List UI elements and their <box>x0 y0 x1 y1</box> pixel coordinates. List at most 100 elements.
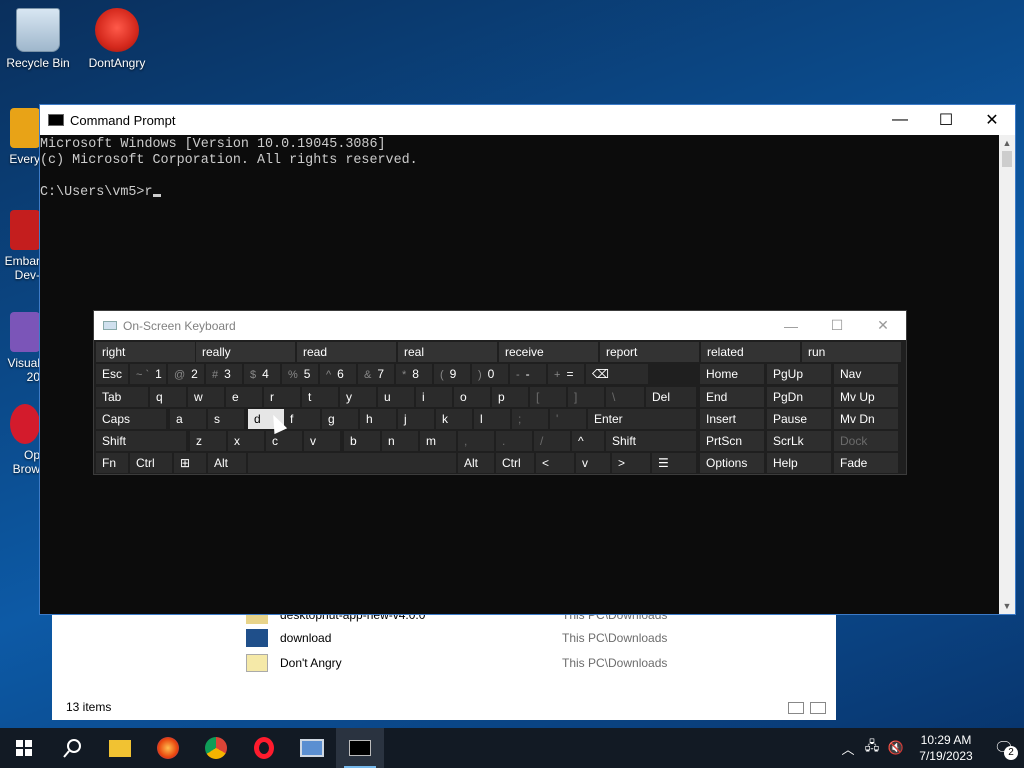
osk-key[interactable]: f <box>284 409 320 429</box>
clock[interactable]: 10:29 AM 7/19/2023 <box>908 732 984 764</box>
osk-key[interactable]: Dock <box>834 431 898 451</box>
osk-key[interactable]: m <box>420 431 456 451</box>
osk-key[interactable]: Mv Up <box>834 387 898 407</box>
everything-shortcut[interactable]: Every <box>0 108 40 166</box>
prediction-3[interactable]: real <box>398 342 497 362</box>
osk-key[interactable]: PrtScn <box>700 431 764 451</box>
osk-key[interactable]: Pause <box>767 409 831 429</box>
osk-key[interactable]: -- <box>510 364 546 384</box>
osk-key[interactable]: @2 <box>168 364 204 384</box>
dontangry-shortcut[interactable]: DontAngry <box>79 8 155 70</box>
opera-taskbar-button[interactable] <box>240 728 288 768</box>
osk-key[interactable]: Help <box>767 453 831 473</box>
osk-key[interactable]: e <box>226 387 262 407</box>
close-button[interactable]: ✕ <box>969 105 1015 135</box>
osk-key[interactable]: ' <box>550 409 586 429</box>
osk-key[interactable]: , <box>458 431 494 451</box>
osk-key[interactable]: k <box>436 409 472 429</box>
thumbnail-view-icon[interactable] <box>810 702 826 714</box>
network-icon[interactable]: 🖧 <box>860 737 884 759</box>
osk-key[interactable]: Ctrl <box>496 453 534 473</box>
start-button[interactable] <box>0 728 48 768</box>
osk-key[interactable]: v <box>304 431 340 451</box>
embarcadero-shortcut[interactable]: Embar Dev- <box>0 210 40 282</box>
osk-maximize-button[interactable]: ☐ <box>814 317 860 334</box>
osk-minimize-button[interactable]: — <box>768 318 814 334</box>
osk-key[interactable]: a <box>170 409 206 429</box>
osk-key[interactable]: + = <box>548 364 584 384</box>
osk-key[interactable]: Nav <box>834 364 898 384</box>
osk-key[interactable]: b <box>344 431 380 451</box>
osk-key[interactable]: o <box>454 387 490 407</box>
prediction-2[interactable]: read <box>297 342 396 362</box>
osk-key[interactable]: t <box>302 387 338 407</box>
osk-key[interactable]: PgDn <box>767 387 831 407</box>
osk-key[interactable]: Mv Dn <box>834 409 898 429</box>
list-item[interactable]: download This PC\Downloads <box>246 627 806 649</box>
osk-key[interactable]: Shift <box>96 431 186 451</box>
title-bar[interactable]: Command Prompt — ☐ ✕ <box>40 105 1015 135</box>
remote-desktop-taskbar-button[interactable] <box>288 728 336 768</box>
osk-close-button[interactable]: ✕ <box>860 317 906 334</box>
osk-key[interactable]: g <box>322 409 358 429</box>
osk-key[interactable]: p <box>492 387 528 407</box>
osk-key[interactable]: Shift <box>606 431 696 451</box>
chrome-taskbar-button[interactable] <box>192 728 240 768</box>
osk-key[interactable]: c <box>266 431 302 451</box>
osk-key[interactable]: i <box>416 387 452 407</box>
osk-key[interactable]: z <box>190 431 226 451</box>
osk-title-bar[interactable]: On-Screen Keyboard — ☐ ✕ <box>94 311 906 340</box>
osk-key[interactable]: u <box>378 387 414 407</box>
osk-key[interactable]: * 8 <box>396 364 432 384</box>
osk-key[interactable]: s <box>208 409 244 429</box>
volume-muted-icon[interactable]: 🔇 <box>884 740 908 756</box>
firefox-taskbar-button[interactable] <box>144 728 192 768</box>
osk-key[interactable]: x <box>228 431 264 451</box>
osk-key[interactable]: / <box>534 431 570 451</box>
command-prompt-taskbar-button[interactable] <box>336 728 384 768</box>
osk-key[interactable]: Tab <box>96 387 148 407</box>
osk-key[interactable]: #3 <box>206 364 242 384</box>
osk-key[interactable]: Enter <box>588 409 696 429</box>
osk-key[interactable]: ☰ <box>652 453 696 473</box>
scroll-up-icon[interactable]: ▲ <box>999 135 1015 151</box>
vertical-scrollbar[interactable]: ▲ ▼ <box>999 135 1015 614</box>
prediction-7[interactable]: run <box>802 342 901 362</box>
osk-key[interactable]: $4 <box>244 364 280 384</box>
search-button[interactable] <box>48 728 96 768</box>
osk-key[interactable]: ScrLk <box>767 431 831 451</box>
on-screen-keyboard[interactable]: On-Screen Keyboard — ☐ ✕ right really read… <box>93 310 907 475</box>
osk-key[interactable]: Del <box>646 387 696 407</box>
osk-key[interactable]: Home <box>700 364 764 384</box>
osk-key[interactable]: Ctrl <box>130 453 172 473</box>
prediction-0[interactable]: right <box>96 342 195 362</box>
osk-key[interactable]: ^ <box>572 431 604 451</box>
osk-key[interactable]: & 7 <box>358 364 394 384</box>
osk-key[interactable]: v <box>576 453 610 473</box>
osk-key[interactable]: w <box>188 387 224 407</box>
scroll-thumb[interactable] <box>1002 151 1012 167</box>
osk-key[interactable]: ⌫ <box>586 364 648 384</box>
prediction-6[interactable]: related <box>701 342 800 362</box>
osk-key[interactable]: ) 0 <box>472 364 508 384</box>
osk-key[interactable]: q <box>150 387 186 407</box>
maximize-button[interactable]: ☐ <box>923 105 969 135</box>
osk-key[interactable]: [ <box>530 387 566 407</box>
osk-key[interactable]: Fade <box>834 453 898 473</box>
prediction-4[interactable]: receive <box>499 342 598 362</box>
view-toggle[interactable] <box>788 702 826 714</box>
osk-key[interactable]: > <box>612 453 650 473</box>
osk-key[interactable]: (9 <box>434 364 470 384</box>
minimize-button[interactable]: — <box>877 105 923 135</box>
osk-key[interactable]: ~ ` 1 <box>130 364 166 384</box>
opera-shortcut[interactable]: Op Brow <box>0 404 40 476</box>
osk-key[interactable]: l <box>474 409 510 429</box>
prediction-1[interactable]: really <box>196 342 295 362</box>
osk-key[interactable]: r <box>264 387 300 407</box>
osk-key[interactable]: ⊞ <box>174 453 206 473</box>
osk-key[interactable]: ^ 6 <box>320 364 356 384</box>
osk-key[interactable]: . <box>496 431 532 451</box>
osk-key[interactable]: < <box>536 453 574 473</box>
osk-key[interactable]: j <box>398 409 434 429</box>
osk-key[interactable]: End <box>700 387 764 407</box>
